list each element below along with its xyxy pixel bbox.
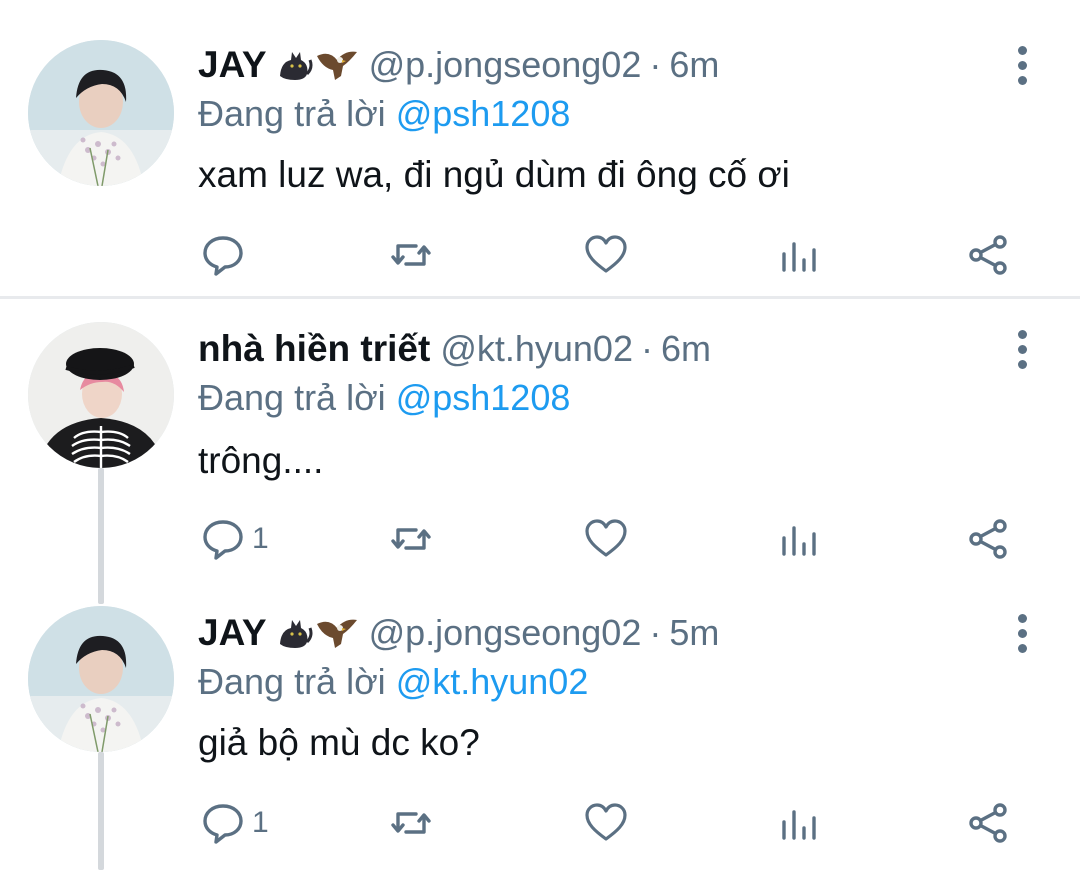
author-handle[interactable]: @p.jongseong02 [369, 44, 642, 86]
reply-count: 1 [252, 806, 269, 839]
analytics-icon [782, 526, 816, 556]
avatar-jay[interactable] [28, 606, 174, 752]
retweet-icon [391, 528, 431, 550]
tweet-actions [198, 230, 1028, 280]
separator-dot: · [649, 44, 662, 85]
analytics-button[interactable] [776, 514, 822, 564]
reply-count: 1 [252, 522, 269, 555]
analytics-icon [782, 810, 816, 840]
tweet-time[interactable]: 6m [661, 328, 711, 370]
avatar-photo [28, 322, 174, 468]
reply-prefix: Đang trả lời [198, 661, 386, 702]
author-name[interactable]: nhà hiền triết [198, 328, 430, 370]
reply-icon [203, 520, 243, 560]
tweet-text: trông.... [198, 440, 324, 481]
eagle-icon [316, 51, 357, 80]
reply-mention[interactable]: @psh1208 [396, 93, 571, 135]
more-options-icon[interactable] [1004, 40, 1040, 90]
author-name[interactable]: JAY [198, 612, 267, 654]
reply-icon [203, 804, 243, 844]
like-icon [585, 519, 627, 557]
avatar-photo [28, 606, 174, 752]
like-button[interactable] [583, 230, 629, 280]
like-button[interactable] [583, 514, 629, 564]
like-icon [585, 235, 627, 273]
analytics-icon [782, 242, 816, 272]
tweet-text: xam luz wa, đi ngủ dùm đi ông cố ơi [198, 154, 790, 195]
share-icon [969, 235, 1007, 275]
reply-button[interactable] [200, 230, 252, 280]
like-icon [585, 803, 627, 841]
share-button[interactable] [966, 798, 1012, 848]
reply-button[interactable]: 1 [200, 514, 269, 564]
author-name[interactable]: JAY [198, 44, 267, 86]
retweet-button[interactable] [388, 230, 434, 280]
share-button[interactable] [966, 230, 1012, 280]
retweet-button[interactable] [388, 798, 434, 848]
tweet-time[interactable]: 6m [669, 44, 719, 86]
tweet-text: giả bộ mù dc ko? [198, 722, 480, 763]
avatar-hyun[interactable] [28, 322, 174, 468]
reply-context: Đang trả lời @psh1208 [198, 90, 570, 138]
reply-button[interactable]: 1 [200, 798, 269, 848]
tweet-header: JAY @p.jongseong02 · 5m [198, 608, 719, 658]
tweet-divider [0, 296, 1080, 299]
reply-context: Đang trả lời @psh1208 [198, 374, 570, 422]
share-icon [969, 803, 1007, 843]
reply-mention[interactable]: @kt.hyun02 [396, 661, 589, 703]
avatar-jay[interactable] [28, 40, 174, 186]
black-cat-icon [279, 52, 313, 80]
reply-prefix: Đang trả lời [198, 377, 386, 418]
more-options-icon[interactable] [1004, 324, 1040, 374]
author-emoji [275, 46, 359, 84]
retweet-icon [391, 244, 431, 266]
share-icon [969, 519, 1007, 559]
author-handle[interactable]: @p.jongseong02 [369, 612, 642, 654]
black-cat-icon [279, 620, 313, 648]
reply-prefix: Đang trả lời [198, 93, 386, 134]
retweet-button[interactable] [388, 514, 434, 564]
thread-line [98, 468, 104, 604]
reply-context: Đang trả lời @kt.hyun02 [198, 658, 588, 706]
author-handle[interactable]: @kt.hyun02 [440, 328, 633, 370]
thread-line [98, 752, 104, 870]
analytics-button[interactable] [776, 230, 822, 280]
tweet-header: nhà hiền triết @kt.hyun02 · 6m [198, 324, 711, 374]
analytics-button[interactable] [776, 798, 822, 848]
share-button[interactable] [966, 514, 1012, 564]
avatar-photo [28, 40, 174, 186]
separator-dot: · [649, 612, 662, 653]
tweet-header: JAY @p.jongseong02 · 6m [198, 40, 719, 90]
like-button[interactable] [583, 798, 629, 848]
author-emoji [275, 614, 359, 652]
tweet-time[interactable]: 5m [669, 612, 719, 654]
reply-mention[interactable]: @psh1208 [396, 377, 571, 419]
reply-icon [203, 236, 243, 276]
tweet-actions: 1 [198, 798, 1028, 848]
eagle-icon [316, 619, 357, 648]
retweet-icon [391, 812, 431, 834]
tweet-actions: 1 [198, 514, 1028, 564]
separator-dot: · [640, 328, 653, 369]
more-options-icon[interactable] [1004, 608, 1040, 658]
